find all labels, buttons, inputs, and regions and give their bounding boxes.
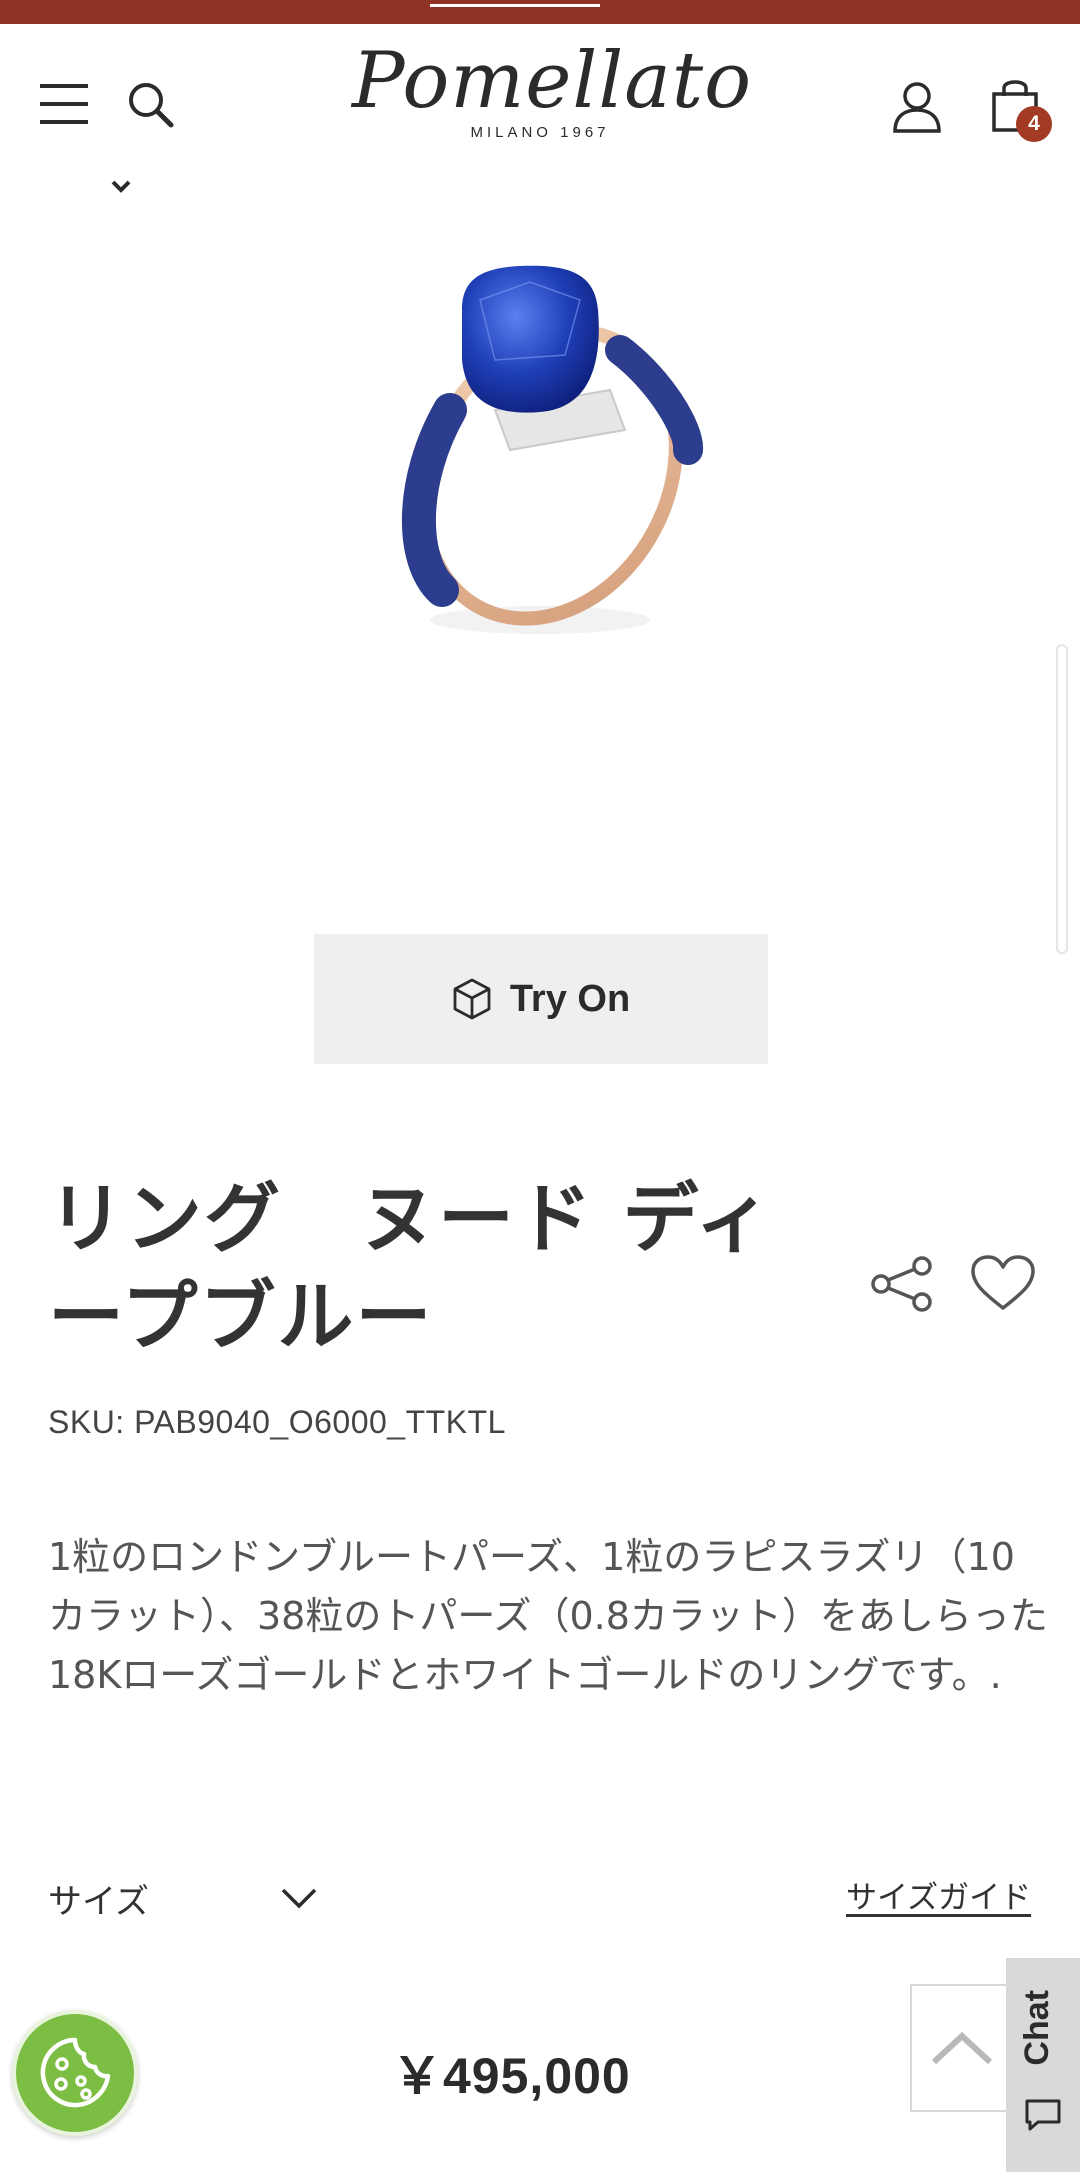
size-select-label: サイズ [48,1881,149,1922]
brand-logo[interactable]: Pomellato MILANO 1967 [352,36,753,168]
size-guide-link[interactable]: サイズガイド [846,1872,1031,1917]
try-on-label: Try On [509,977,631,1020]
chat-bubble-icon [1025,2099,1061,2131]
size-select[interactable]: サイズ [48,1868,318,1928]
cookie-settings-button[interactable] [12,2010,138,2136]
chevron-down-icon [281,1888,317,1909]
share-icon[interactable] [870,1256,934,1312]
product-sku: SKU: PAB9040_O6000_TTKTL [48,1404,506,1440]
cookie-icon [40,2037,111,2108]
chevron-up-icon [931,2031,993,2065]
product-description: 1粒のロンドンブルートパーズ、1粒のラピスラズリ（10カラット）、38粒のトパー… [48,1535,1048,1697]
cart-count-badge: 4 [1016,106,1052,142]
product-title: リング ヌード ディープブルー [48,1174,774,1361]
chat-label: Chat [1018,1990,1056,2066]
gallery-scrollbar[interactable] [1056,644,1068,954]
try-on-button[interactable]: Try On [314,934,768,1064]
menu-icon[interactable] [38,80,90,128]
scroll-to-top-button[interactable] [910,1984,1014,2112]
logo-wordmark: Pomellato [352,36,753,126]
announcement-link[interactable] [430,0,600,7]
top-announcement-bar [0,0,1080,24]
search-icon[interactable] [126,80,176,130]
wishlist-heart-icon[interactable] [970,1254,1036,1312]
logo-tagline: MILANO 1967 [470,124,610,141]
user-icon[interactable] [892,80,942,134]
chat-tab[interactable]: Chat [1006,1958,1080,2172]
chevron-down-icon[interactable] [110,178,132,194]
cube-icon [453,978,491,1020]
product-image[interactable] [370,260,730,660]
product-price: ￥495,000 [392,2048,631,2104]
